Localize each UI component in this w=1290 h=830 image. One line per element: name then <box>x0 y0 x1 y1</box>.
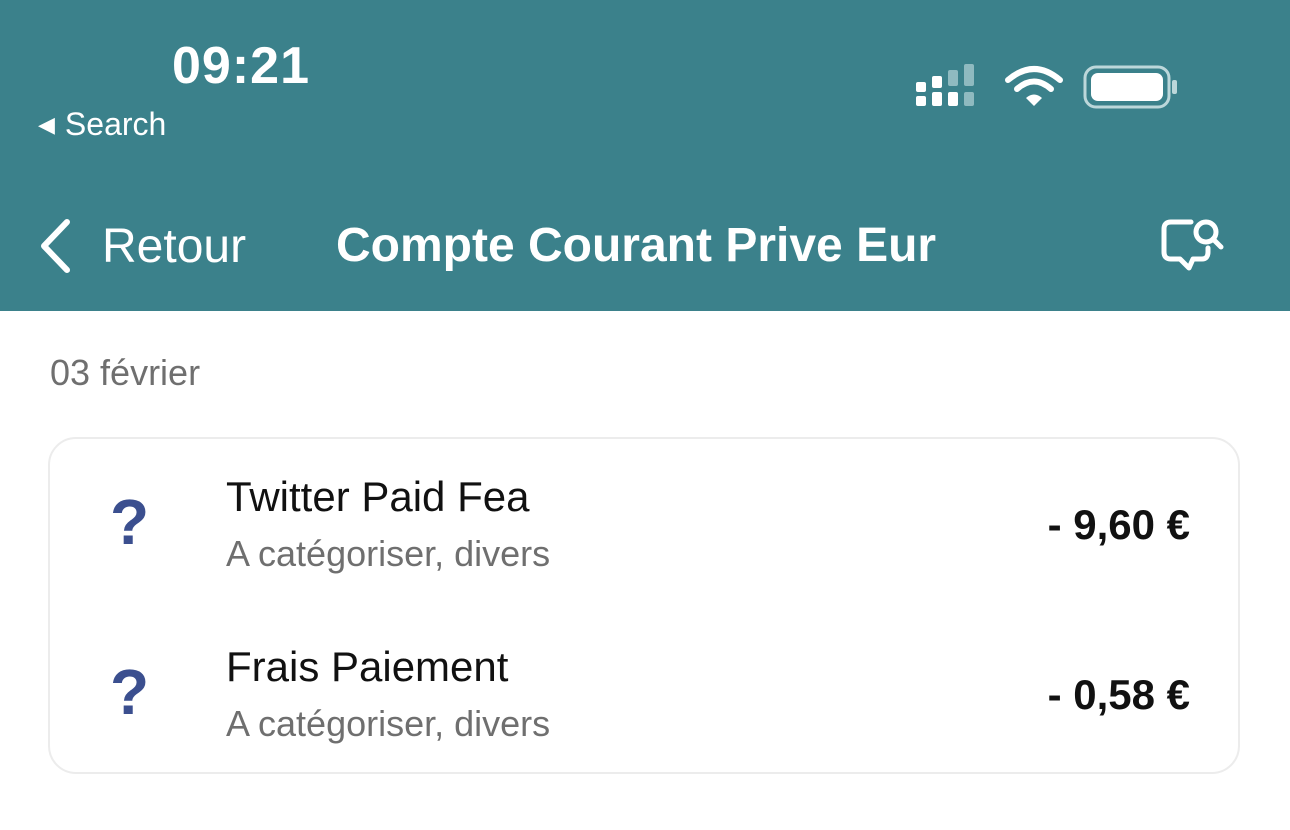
transaction-category: A catégoriser, divers <box>226 703 551 744</box>
transaction-amount: - 9,60 € <box>1047 501 1190 548</box>
app-header: 09:21 ◀ Search Retour Compte Courant Pri… <box>0 0 1290 311</box>
back-to-search-label: Search <box>64 106 167 142</box>
transaction-category: A catégoriser, divers <box>226 533 551 574</box>
transaction-title: Frais Paiement <box>226 643 509 690</box>
section-date: 03 février <box>50 352 201 393</box>
chat-search-button[interactable] <box>1158 212 1228 281</box>
back-button[interactable]: Retour <box>38 214 246 278</box>
status-icons <box>914 62 1184 112</box>
transactions-card: ? Twitter Paid Fea A catégoriser, divers… <box>48 437 1240 774</box>
back-button-label: Retour <box>102 219 247 273</box>
battery-icon <box>1083 65 1177 109</box>
uncategorized-question-icon: ? <box>110 486 150 558</box>
chat-search-icon <box>1161 219 1224 271</box>
transaction-row[interactable]: ? Twitter Paid Fea A catégoriser, divers… <box>50 467 1238 617</box>
wifi-icon <box>1005 66 1063 106</box>
transaction-amount: - 0,58 € <box>1047 671 1190 718</box>
transaction-row[interactable]: ? Frais Paiement A catégoriser, divers -… <box>50 637 1238 787</box>
cellular-signal-icon <box>916 64 974 106</box>
status-time: 09:21 <box>172 37 310 95</box>
navigation-bar: Retour Compte Courant Prive Eur <box>0 200 1290 290</box>
back-triangle-icon: ◀ <box>38 111 55 137</box>
page-title: Compte Courant Prive Eur <box>336 219 937 272</box>
transaction-title: Twitter Paid Fea <box>226 473 530 520</box>
chevron-left-icon <box>41 219 70 273</box>
back-to-search-link[interactable]: ◀ Search <box>38 106 166 143</box>
uncategorized-question-icon: ? <box>110 656 150 728</box>
